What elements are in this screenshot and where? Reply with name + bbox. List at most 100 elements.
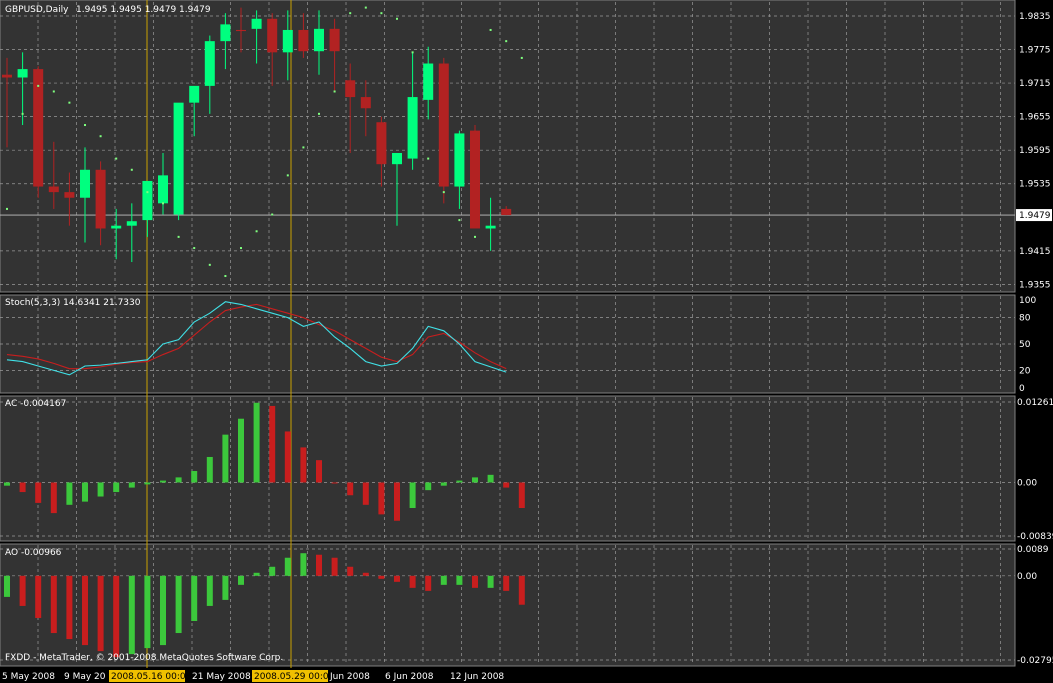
ao-bar <box>503 575 510 591</box>
sar-dot <box>318 112 320 115</box>
candle-body <box>220 24 231 42</box>
time-label-2: 9 May 20 <box>64 672 106 682</box>
ac-bar <box>238 418 244 483</box>
ac-bar <box>472 477 478 483</box>
sar-dot <box>146 191 149 194</box>
ao-bar <box>160 575 166 646</box>
candle-body <box>111 225 122 229</box>
candle-body <box>360 97 371 109</box>
ao-bar <box>300 553 307 576</box>
ac-bar <box>269 405 276 483</box>
sar-dot <box>427 157 430 160</box>
price-axis-label: 1.9535 <box>1019 180 1051 190</box>
ao-bar <box>238 575 244 585</box>
sar-dot <box>489 28 492 31</box>
ac-bar <box>97 482 104 497</box>
candle-body <box>298 29 309 52</box>
ac-bar <box>378 482 385 515</box>
ac-bar <box>206 456 213 483</box>
ac-bar <box>128 482 135 488</box>
candle-body <box>314 28 324 52</box>
ac-bar <box>503 482 510 488</box>
candle-body <box>392 152 402 165</box>
ac-bar <box>4 482 10 486</box>
sar-dot <box>37 84 40 87</box>
ac-pane[interactable] <box>0 395 1016 542</box>
sar-dot <box>474 235 476 238</box>
ao-bar <box>362 572 369 576</box>
time-axis: 5 May 2008 9 May 20 2008.05.16 00:00 21 … <box>2 670 504 682</box>
sar-dot <box>271 213 274 216</box>
ac-bar <box>440 482 447 486</box>
ac-bar <box>66 482 73 505</box>
ao-axis-label: -0.02795 <box>1017 656 1053 666</box>
ac-axis-label: 0.00 <box>1017 478 1037 488</box>
sar-dot <box>286 174 289 177</box>
candle-body <box>236 29 246 32</box>
ac-bar <box>113 482 120 493</box>
price-pane[interactable] <box>0 0 1016 293</box>
price-axis-label: 1.9415 <box>1019 247 1051 257</box>
ao-bar <box>97 575 104 652</box>
ac-bar <box>253 402 260 483</box>
ao-bar <box>19 575 26 606</box>
ao-axis-label: 0.00 <box>1017 572 1037 582</box>
stoch-title: Stoch(5,3,3) 14.6341 21.7330 <box>5 298 141 308</box>
sar-dot <box>255 230 258 233</box>
candle-body <box>345 80 356 98</box>
sar-dot <box>364 6 367 9</box>
price-axis-label: 1.9775 <box>1019 46 1051 56</box>
sar-dot <box>21 112 24 115</box>
sar-dot <box>442 191 445 194</box>
candle-body <box>423 63 434 100</box>
ao-bar <box>66 575 73 640</box>
ao-bar <box>35 575 42 618</box>
sar-dot <box>380 12 383 15</box>
ao-pane[interactable] <box>0 543 1016 667</box>
ac-bar <box>362 482 369 505</box>
ohlc-readout: 1.9495 1.9495 1.9479 1.9479 <box>76 5 211 15</box>
metatrader-chart-window[interactable]: 1.9835 1.9775 1.9715 1.9655 1.9595 1.9535 1.94… <box>0 0 1053 683</box>
ac-bar <box>35 482 42 503</box>
price-axis-label: 1.9595 <box>1019 146 1051 156</box>
candle-body <box>17 69 28 78</box>
ao-bar <box>175 575 182 634</box>
ao-bar <box>487 575 494 588</box>
sar-dot <box>411 51 414 54</box>
sar-dot <box>193 247 196 250</box>
candle-body <box>173 102 184 215</box>
sar-dot <box>208 263 211 266</box>
ac-bar <box>300 447 307 483</box>
ao-bar <box>394 575 400 582</box>
ao-bar <box>128 575 135 655</box>
ac-bar <box>175 477 182 483</box>
ac-bar <box>284 431 291 483</box>
ao-bar <box>144 575 151 649</box>
ao-bar <box>206 575 213 606</box>
candle-body <box>470 130 480 229</box>
ao-bar <box>518 575 525 605</box>
sar-dot <box>302 146 305 149</box>
ao-title: AO -0.00966 <box>5 548 62 558</box>
time-label-3: 21 May 2008 <box>192 672 251 682</box>
sar-dot <box>84 124 86 127</box>
candle-body <box>251 18 262 29</box>
ac-bar <box>144 482 151 485</box>
ao-bar <box>113 575 120 658</box>
ac-bar <box>19 482 26 493</box>
ao-bar <box>347 566 354 576</box>
candle-body <box>438 63 449 187</box>
stoch-axis-label: 20 <box>1019 366 1031 376</box>
candle-body <box>126 221 137 226</box>
sar-dot <box>68 101 71 104</box>
price-axis-label: 1.9355 <box>1019 280 1051 290</box>
time-label-6: 12 Jun 2008 <box>450 672 504 682</box>
chart-title: GBPUSD,Daily <box>5 5 69 15</box>
candle-body <box>501 208 512 216</box>
ac-bar <box>425 482 432 491</box>
axis-labels: 1.9835 1.9775 1.9715 1.9655 1.9595 1.9535 1.94… <box>1016 12 1053 666</box>
ao-bar <box>222 575 229 600</box>
sar-dot <box>458 219 461 222</box>
ac-bar <box>160 480 166 483</box>
ao-bar <box>253 572 260 576</box>
